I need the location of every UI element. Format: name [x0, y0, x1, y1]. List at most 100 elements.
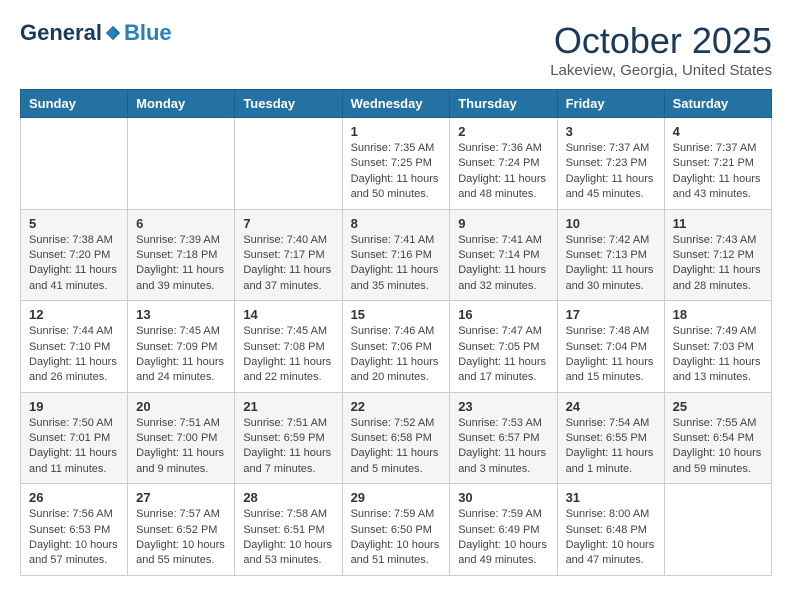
calendar-cell: 15 Sunrise: 7:46 AM Sunset: 7:06 PM Dayli… [342, 301, 450, 393]
day-number: 29 [351, 490, 442, 505]
day-number: 24 [566, 399, 656, 414]
calendar-cell: 21Sunrise: 7:51 AM Sunset: 6:59 PM Dayli… [235, 392, 342, 484]
day-info: Sunrise: 7:41 AM Sunset: 7:14 PM Dayligh… [458, 233, 548, 295]
day-number: 27 [136, 490, 226, 505]
day-info: Sunrise: 7:45 AM Sunset: 7:09 PM Dayligh… [136, 324, 226, 386]
week-row-3: 12Sunrise: 7:44 AM Sunset: 7:10 PM Dayli… [21, 301, 772, 393]
week-row-2: 5Sunrise: 7:38 AM Sunset: 7:20 PM Daylig… [21, 209, 772, 301]
day-number: 2 [458, 124, 548, 139]
day-info: Sunrise: 7:54 AM Sunset: 6:55 PM Dayligh… [566, 416, 656, 478]
day-info: Sunrise: 7:52 AM Sunset: 6:58 PM Dayligh… [351, 416, 442, 478]
day-info: Sunrise: 7:37 AM Sunset: 7:23 PM Dayligh… [566, 141, 656, 203]
title-section: October 2025 Lakeview, Georgia, United S… [550, 20, 772, 79]
calendar-cell: 11 Sunrise: 7:43 AM Sunset: 7:12 PM Dayli… [664, 209, 771, 301]
day-info: Sunrise: 7:49 AM Sunset: 7:03 PM Dayligh… [673, 324, 763, 386]
day-info: Sunrise: 7:58 AM Sunset: 6:51 PM Dayligh… [243, 507, 333, 569]
calendar-cell: 5Sunrise: 7:38 AM Sunset: 7:20 PM Daylig… [21, 209, 128, 301]
calendar-cell: 23Sunrise: 7:53 AM Sunset: 6:57 PM Dayli… [450, 392, 557, 484]
calendar-cell: 28 Sunrise: 7:58 AM Sunset: 6:51 PM Dayli… [235, 484, 342, 576]
calendar-cell: 16 Sunrise: 7:47 AM Sunset: 7:05 PM Dayli… [450, 301, 557, 393]
day-info: Sunrise: 7:47 AM Sunset: 7:05 PM Dayligh… [458, 324, 548, 386]
weekday-header-saturday: Saturday [664, 90, 771, 118]
calendar-cell: 14Sunrise: 7:45 AM Sunset: 7:08 PM Dayli… [235, 301, 342, 393]
day-info: Sunrise: 7:59 AM Sunset: 6:49 PM Dayligh… [458, 507, 548, 569]
day-number: 6 [136, 216, 226, 231]
calendar-cell: 1 Sunrise: 7:35 AM Sunset: 7:25 PM Daylig… [342, 118, 450, 210]
calendar-cell: 31 Sunrise: 8:00 AM Sunset: 6:48 PM Dayli… [557, 484, 664, 576]
calendar-cell: 25 Sunrise: 7:55 AM Sunset: 6:54 PM Dayli… [664, 392, 771, 484]
calendar-cell: 8 Sunrise: 7:41 AM Sunset: 7:16 PM Daylig… [342, 209, 450, 301]
day-info: Sunrise: 7:59 AM Sunset: 6:50 PM Dayligh… [351, 507, 442, 569]
day-number: 19 [29, 399, 119, 414]
day-info: Sunrise: 7:46 AM Sunset: 7:06 PM Dayligh… [351, 324, 442, 386]
calendar-cell: 10 Sunrise: 7:42 AM Sunset: 7:13 PM Dayli… [557, 209, 664, 301]
day-number: 28 [243, 490, 333, 505]
calendar-cell: 2 Sunrise: 7:36 AM Sunset: 7:24 PM Daylig… [450, 118, 557, 210]
day-info: Sunrise: 7:43 AM Sunset: 7:12 PM Dayligh… [673, 233, 763, 295]
calendar-cell: 17Sunrise: 7:48 AM Sunset: 7:04 PM Dayli… [557, 301, 664, 393]
day-info: Sunrise: 7:51 AM Sunset: 7:00 PM Dayligh… [136, 416, 226, 478]
calendar-cell: 9 Sunrise: 7:41 AM Sunset: 7:14 PM Daylig… [450, 209, 557, 301]
day-info: Sunrise: 7:35 AM Sunset: 7:25 PM Dayligh… [351, 141, 442, 203]
calendar-cell [128, 118, 235, 210]
day-number: 16 [458, 307, 548, 322]
day-number: 3 [566, 124, 656, 139]
calendar-cell: 19 Sunrise: 7:50 AM Sunset: 7:01 PM Dayli… [21, 392, 128, 484]
day-number: 22 [351, 399, 442, 414]
day-info: Sunrise: 7:53 AM Sunset: 6:57 PM Dayligh… [458, 416, 548, 478]
calendar-cell: 3 Sunrise: 7:37 AM Sunset: 7:23 PM Daylig… [557, 118, 664, 210]
calendar-cell [664, 484, 771, 576]
day-info: Sunrise: 7:48 AM Sunset: 7:04 PM Dayligh… [566, 324, 656, 386]
calendar-cell: 6Sunrise: 7:39 AM Sunset: 7:18 PM Daylig… [128, 209, 235, 301]
calendar-cell: 20Sunrise: 7:51 AM Sunset: 7:00 PM Dayli… [128, 392, 235, 484]
week-row-4: 19 Sunrise: 7:50 AM Sunset: 7:01 PM Dayli… [21, 392, 772, 484]
day-info: Sunrise: 7:41 AM Sunset: 7:16 PM Dayligh… [351, 233, 442, 295]
day-number: 8 [351, 216, 442, 231]
day-info: Sunrise: 7:36 AM Sunset: 7:24 PM Dayligh… [458, 141, 548, 203]
day-number: 26 [29, 490, 119, 505]
calendar-cell: 29 Sunrise: 7:59 AM Sunset: 6:50 PM Dayli… [342, 484, 450, 576]
calendar-cell: 27Sunrise: 7:57 AM Sunset: 6:52 PM Dayli… [128, 484, 235, 576]
logo-blue-text: Blue [124, 20, 172, 46]
calendar-cell: 24 Sunrise: 7:54 AM Sunset: 6:55 PM Dayli… [557, 392, 664, 484]
calendar-cell: 26Sunrise: 7:56 AM Sunset: 6:53 PM Dayli… [21, 484, 128, 576]
calendar-cell: 12Sunrise: 7:44 AM Sunset: 7:10 PM Dayli… [21, 301, 128, 393]
day-number: 9 [458, 216, 548, 231]
weekday-header-wednesday: Wednesday [342, 90, 450, 118]
day-info: Sunrise: 7:37 AM Sunset: 7:21 PM Dayligh… [673, 141, 763, 203]
weekday-header-sunday: Sunday [21, 90, 128, 118]
day-info: Sunrise: 7:51 AM Sunset: 6:59 PM Dayligh… [243, 416, 333, 478]
calendar-cell: 22 Sunrise: 7:52 AM Sunset: 6:58 PM Dayli… [342, 392, 450, 484]
day-info: Sunrise: 7:42 AM Sunset: 7:13 PM Dayligh… [566, 233, 656, 295]
day-info: Sunrise: 8:00 AM Sunset: 6:48 PM Dayligh… [566, 507, 656, 569]
day-number: 31 [566, 490, 656, 505]
calendar-cell [235, 118, 342, 210]
calendar-cell [21, 118, 128, 210]
logo: General Blue [20, 20, 172, 46]
logo-icon [104, 24, 122, 42]
calendar-table: SundayMondayTuesdayWednesdayThursdayFrid… [20, 89, 772, 576]
day-number: 15 [351, 307, 442, 322]
day-number: 10 [566, 216, 656, 231]
day-number: 7 [243, 216, 333, 231]
day-number: 18 [673, 307, 763, 322]
day-info: Sunrise: 7:50 AM Sunset: 7:01 PM Dayligh… [29, 416, 119, 478]
calendar-cell: 13Sunrise: 7:45 AM Sunset: 7:09 PM Dayli… [128, 301, 235, 393]
day-info: Sunrise: 7:55 AM Sunset: 6:54 PM Dayligh… [673, 416, 763, 478]
weekday-header-tuesday: Tuesday [235, 90, 342, 118]
week-row-5: 26Sunrise: 7:56 AM Sunset: 6:53 PM Dayli… [21, 484, 772, 576]
day-number: 5 [29, 216, 119, 231]
month-title: October 2025 [550, 20, 772, 62]
logo-general-text: General [20, 20, 102, 46]
day-number: 30 [458, 490, 548, 505]
day-number: 12 [29, 307, 119, 322]
calendar-cell: 30 Sunrise: 7:59 AM Sunset: 6:49 PM Dayli… [450, 484, 557, 576]
calendar-cell: 4 Sunrise: 7:37 AM Sunset: 7:21 PM Daylig… [664, 118, 771, 210]
day-number: 14 [243, 307, 333, 322]
week-row-1: 1 Sunrise: 7:35 AM Sunset: 7:25 PM Daylig… [21, 118, 772, 210]
day-number: 11 [673, 216, 763, 231]
day-number: 4 [673, 124, 763, 139]
weekday-header-thursday: Thursday [450, 90, 557, 118]
day-number: 25 [673, 399, 763, 414]
day-number: 1 [351, 124, 442, 139]
